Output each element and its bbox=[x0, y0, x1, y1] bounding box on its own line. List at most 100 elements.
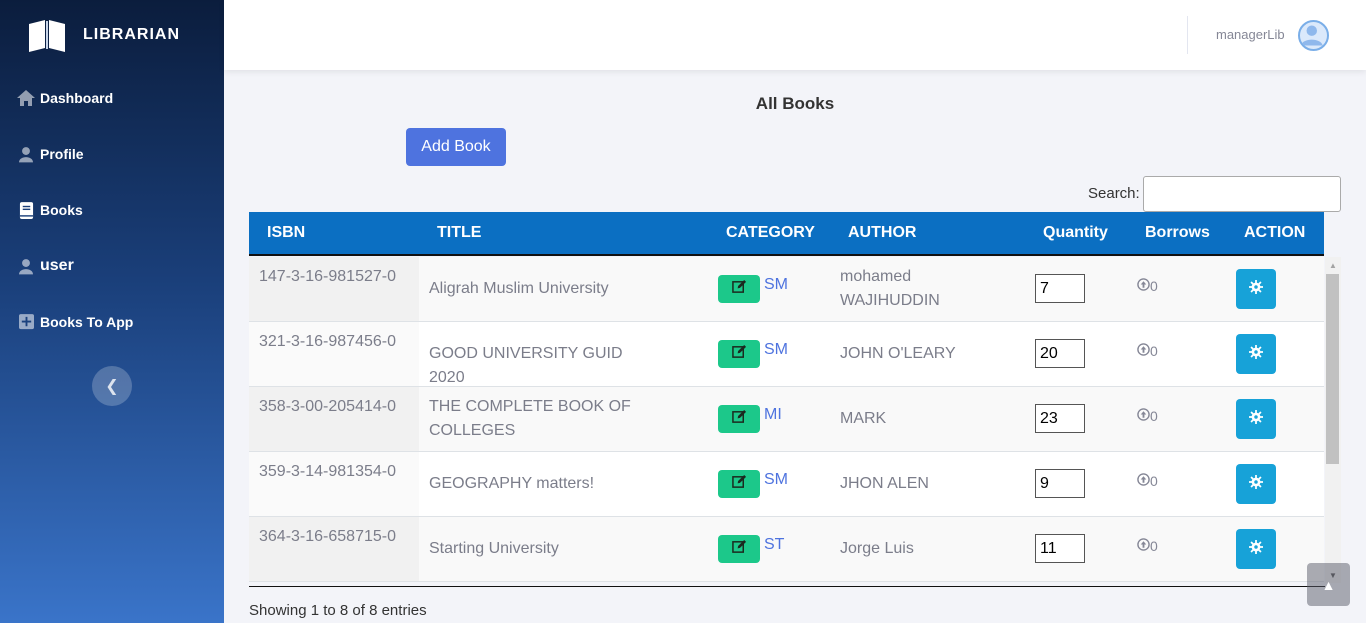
page-title: All Books bbox=[755, 94, 835, 113]
sidebar-item-user[interactable]: user bbox=[0, 238, 224, 294]
scroll-to-top-button[interactable]: ▲ bbox=[1307, 563, 1350, 606]
table-row: 364-3-16-658715-0 Starting University ST Jo… bbox=[249, 517, 1324, 582]
edit-category-button[interactable] bbox=[718, 405, 760, 433]
action-settings-button[interactable] bbox=[1236, 269, 1276, 309]
cell-borrows: 0 bbox=[1137, 278, 1158, 294]
borrows-count: 0 bbox=[1150, 473, 1158, 489]
borrows-count: 0 bbox=[1150, 408, 1158, 424]
edit-icon bbox=[731, 539, 747, 559]
circle-arrow-up-icon bbox=[1137, 538, 1150, 554]
scrollbar-thumb[interactable] bbox=[1326, 274, 1339, 464]
sidebar-item-books-to-app[interactable]: Books To App bbox=[0, 294, 224, 350]
quantity-input[interactable] bbox=[1035, 339, 1085, 368]
cell-author: Jorge Luis bbox=[840, 540, 914, 557]
username[interactable]: managerLib bbox=[1216, 27, 1285, 42]
sidebar-collapse-button[interactable]: ❮ bbox=[92, 366, 132, 406]
header-title[interactable]: TITLE bbox=[437, 224, 481, 242]
table-row: 358-3-00-205414-0 THE COMPLETE BOOK OF CO… bbox=[249, 387, 1324, 452]
table-body: 147-3-16-981527-0 Aligrah Muslim Universi… bbox=[249, 257, 1324, 583]
sidebar-item-label: Books bbox=[40, 202, 83, 218]
sidebar: LIBRARIAN Dashboard Profile Books user Books… bbox=[0, 0, 224, 623]
sidebar-item-books[interactable]: Books bbox=[0, 182, 224, 238]
plus-square-icon bbox=[16, 312, 36, 332]
header-author[interactable]: AUTHOR bbox=[848, 224, 916, 242]
cell-borrows: 0 bbox=[1137, 473, 1158, 489]
sidebar-item-label: Dashboard bbox=[40, 90, 114, 106]
cell-author: MARK bbox=[840, 410, 887, 427]
circle-arrow-up-icon bbox=[1137, 278, 1150, 294]
edit-icon bbox=[731, 409, 747, 429]
search-label: Search: bbox=[1088, 185, 1140, 202]
chevron-up-icon: ▲ bbox=[1321, 576, 1336, 593]
gear-icon bbox=[1249, 344, 1263, 364]
open-book-icon bbox=[29, 20, 65, 52]
cell-author: JHON ALEN bbox=[840, 475, 929, 492]
table-row: 359-3-14-981354-0 GEOGRAPHY matters! SM JHO… bbox=[249, 452, 1324, 517]
cell-borrows: 0 bbox=[1137, 408, 1158, 424]
quantity-input[interactable] bbox=[1035, 534, 1085, 563]
header-action[interactable]: ACTION bbox=[1244, 224, 1305, 242]
entries-info: Showing 1 to 8 of 8 entries bbox=[249, 602, 427, 619]
sidebar-item-label: Books To App bbox=[40, 314, 134, 330]
scroll-up-arrow-icon[interactable]: ▲ bbox=[1325, 259, 1341, 273]
cell-category[interactable]: SM bbox=[764, 276, 788, 294]
cell-title: GOOD UNIVERSITY GUID 2020 bbox=[429, 345, 623, 386]
header-borrows[interactable]: Borrows bbox=[1145, 224, 1210, 242]
edit-category-button[interactable] bbox=[718, 470, 760, 498]
cell-title: GEOGRAPHY matters! bbox=[429, 475, 595, 492]
sidebar-item-profile[interactable]: Profile bbox=[0, 126, 224, 182]
edit-category-button[interactable] bbox=[718, 535, 760, 563]
quantity-input[interactable] bbox=[1035, 404, 1085, 433]
action-settings-button[interactable] bbox=[1236, 399, 1276, 439]
edit-icon bbox=[731, 344, 747, 364]
brand[interactable]: LIBRARIAN bbox=[0, 0, 224, 70]
cell-category[interactable]: MI bbox=[764, 406, 782, 424]
gear-icon bbox=[1249, 539, 1263, 559]
borrows-count: 0 bbox=[1150, 538, 1158, 554]
table-row: 321-3-16-987456-0 GOOD UNIVERSITY GUID 20… bbox=[249, 322, 1324, 387]
edit-category-button[interactable] bbox=[718, 340, 760, 368]
table-header: ISBN TITLE CATEGORY AUTHOR Quantity Borr… bbox=[249, 212, 1324, 256]
search-input[interactable] bbox=[1143, 176, 1341, 212]
circle-arrow-up-icon bbox=[1137, 343, 1150, 359]
user-icon bbox=[16, 144, 36, 164]
sidebar-item-label: user bbox=[40, 257, 74, 274]
cell-author: mohamed WAJIHUDDIN bbox=[840, 268, 940, 309]
cell-isbn: 364-3-16-658715-0 bbox=[249, 517, 419, 581]
cell-title: THE COMPLETE BOOK OF COLLEGES bbox=[429, 398, 631, 439]
chevron-left-icon: ❮ bbox=[105, 378, 119, 395]
table-row: 147-3-16-981527-0 Aligrah Muslim Universi… bbox=[249, 257, 1324, 322]
action-settings-button[interactable] bbox=[1236, 334, 1276, 374]
home-icon bbox=[16, 88, 36, 108]
brand-name: LIBRARIAN bbox=[83, 26, 180, 43]
user-avatar-icon[interactable] bbox=[1298, 20, 1329, 51]
edit-icon bbox=[731, 474, 747, 494]
cell-isbn: 358-3-00-205414-0 bbox=[249, 387, 419, 451]
cell-isbn: 147-3-16-981527-0 bbox=[249, 257, 419, 321]
borrows-count: 0 bbox=[1150, 278, 1158, 294]
cell-category[interactable]: SM bbox=[764, 471, 788, 489]
cell-category[interactable]: SM bbox=[764, 341, 788, 359]
action-settings-button[interactable] bbox=[1236, 464, 1276, 504]
cell-borrows: 0 bbox=[1137, 343, 1158, 359]
cell-author: JOHN O'LEARY bbox=[840, 345, 956, 362]
sidebar-item-dashboard[interactable]: Dashboard bbox=[0, 70, 224, 126]
add-book-button[interactable]: Add Book bbox=[406, 128, 506, 166]
quantity-input[interactable] bbox=[1035, 274, 1085, 303]
quantity-input[interactable] bbox=[1035, 469, 1085, 498]
action-settings-button[interactable] bbox=[1236, 529, 1276, 569]
sidebar-item-label: Profile bbox=[40, 146, 84, 162]
edit-icon bbox=[731, 279, 747, 299]
cell-category[interactable]: ST bbox=[764, 536, 784, 554]
header-isbn[interactable]: ISBN bbox=[267, 224, 305, 242]
header-quantity[interactable]: Quantity bbox=[1043, 224, 1108, 242]
cell-borrows: 0 bbox=[1137, 538, 1158, 554]
gear-icon bbox=[1249, 474, 1263, 494]
cell-isbn: 359-3-14-981354-0 bbox=[249, 452, 419, 516]
edit-category-button[interactable] bbox=[718, 275, 760, 303]
topbar: managerLib bbox=[224, 0, 1366, 70]
gear-icon bbox=[1249, 409, 1263, 429]
header-category[interactable]: CATEGORY bbox=[726, 224, 815, 242]
circle-arrow-up-icon bbox=[1137, 473, 1150, 489]
table-bottom-border bbox=[249, 586, 1325, 587]
